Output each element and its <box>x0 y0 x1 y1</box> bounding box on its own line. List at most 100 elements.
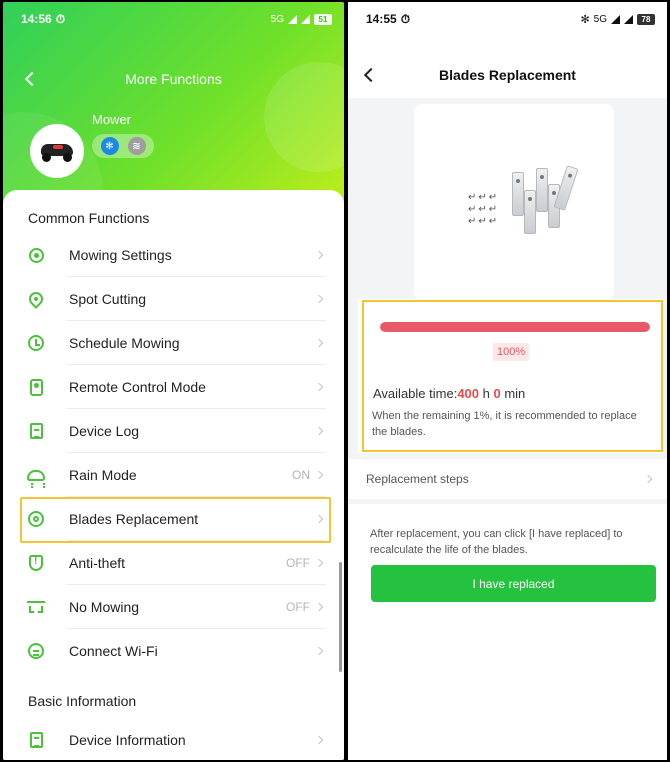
chevron-left-icon <box>24 71 40 87</box>
available-time-prefix: Available time: <box>373 386 458 401</box>
menu-item-mowing-settings[interactable]: Mowing Settings <box>3 233 344 277</box>
alarm-icon: ⏱ <box>55 11 66 26</box>
log-document-icon <box>29 423 43 439</box>
remote-control-icon <box>29 378 43 396</box>
shield-icon <box>29 555 43 571</box>
status-time: 14:55 <box>366 12 397 26</box>
top-bar: 14:55 ⏱ ✻ 5G 78 Blades Replacement <box>348 2 667 98</box>
basic-information-list: Device Information <box>3 718 344 760</box>
signal-icon <box>301 14 310 24</box>
no-mowing-icon <box>27 601 45 613</box>
menu-item-value: OFF <box>286 556 310 570</box>
chevron-right-icon <box>314 514 324 524</box>
menu-item-label: Spot Cutting <box>69 291 147 307</box>
network-label: 5G <box>593 13 607 25</box>
menu-item-value: ON <box>292 468 310 482</box>
blade-life-progress <box>380 322 650 332</box>
clock-icon <box>28 335 44 351</box>
chevron-right-icon <box>314 250 324 260</box>
chevron-left-icon <box>363 67 379 83</box>
chevron-right-icon <box>314 382 324 392</box>
menu-item-label: Anti-theft <box>69 555 126 571</box>
back-button[interactable] <box>24 68 49 90</box>
menu-item-label: Device Information <box>69 732 186 748</box>
signal-icon <box>624 14 633 24</box>
device-info-icon <box>29 732 43 748</box>
minutes-unit: min <box>500 386 526 401</box>
gear-icon <box>28 247 44 263</box>
blades-kit-icon: ↵↵↵ ↵↵↵ ↵↵↵ <box>454 162 579 242</box>
connection-status: ✻ ≋ <box>92 134 154 158</box>
chevron-right-icon <box>314 646 324 656</box>
progress-fill <box>380 322 650 332</box>
mower-avatar <box>30 124 84 178</box>
common-functions-list: Mowing Settings Spot Cutting Schedule Mo… <box>3 233 344 673</box>
chevron-right-icon <box>314 470 324 480</box>
section-title-common: Common Functions <box>28 210 150 226</box>
menu-item-rain-mode[interactable]: Rain Mode ON <box>3 453 344 497</box>
rain-cloud-icon <box>27 469 45 486</box>
more-functions-screen: 14:56 ⏱ 5G 51 More Functions Mower ✻ ≋ C… <box>3 2 344 760</box>
chevron-right-icon <box>314 602 324 612</box>
menu-item-connect-wifi[interactable]: Connect Wi-Fi <box>3 629 344 673</box>
blades-replacement-screen: 14:55 ⏱ ✻ 5G 78 Blades Replacement ↵↵↵ ↵… <box>348 2 667 760</box>
menu-item-label: No Mowing <box>69 599 140 615</box>
battery-icon: 51 <box>314 13 332 25</box>
i-have-replaced-button[interactable]: I have replaced <box>371 565 656 602</box>
menu-item-device-log[interactable]: Device Log <box>3 409 344 453</box>
chevron-right-icon <box>643 474 653 484</box>
menu-item-no-mowing[interactable]: No Mowing OFF <box>3 585 344 629</box>
scrollbar[interactable] <box>339 562 342 672</box>
chevron-right-icon <box>314 558 324 568</box>
network-label: 5G <box>270 13 284 25</box>
location-pin-icon <box>26 289 46 309</box>
after-replacement-note: After replacement, you can click [I have… <box>370 528 623 556</box>
wifi-icon: ≋ <box>127 137 146 155</box>
blade-icon <box>28 511 44 527</box>
available-minutes: 0 <box>493 386 501 401</box>
menu-item-label: Device Log <box>69 423 140 439</box>
signal-icon <box>611 14 620 24</box>
status-time: 14:56 <box>21 12 52 26</box>
hours-unit: h <box>479 386 494 401</box>
menu-item-anti-theft[interactable]: Anti-theft OFF <box>3 541 344 585</box>
nav-bar: More Functions <box>3 64 344 94</box>
available-time: Available time:400 h 0 min <box>373 386 525 401</box>
menu-item-label: Connect Wi-Fi <box>69 643 158 659</box>
chevron-right-icon <box>314 426 324 436</box>
status-bar: 14:56 ⏱ 5G 51 <box>3 2 344 36</box>
mower-icon <box>39 142 75 162</box>
available-hours: 400 <box>457 386 480 401</box>
chevron-right-icon <box>314 735 324 745</box>
menu-item-schedule-mowing[interactable]: Schedule Mowing <box>3 321 344 365</box>
blades-image: ↵↵↵ ↵↵↵ ↵↵↵ <box>414 104 614 300</box>
functions-card: Common Functions Mowing Settings Spot Cu… <box>3 190 344 760</box>
battery-icon: 78 <box>637 13 655 25</box>
status-bar: 14:55 ⏱ ✻ 5G 78 <box>348 2 667 36</box>
bluetooth-icon: ✻ <box>100 137 119 155</box>
chevron-right-icon <box>314 338 324 348</box>
alarm-icon: ⏱ <box>400 11 411 26</box>
header-banner: 14:56 ⏱ 5G 51 More Functions Mower ✻ ≋ <box>3 2 344 222</box>
section-title-basic: Basic Information <box>28 693 137 709</box>
screenshot-root: 14:56 ⏱ 5G 51 More Functions Mower ✻ ≋ C… <box>0 0 670 762</box>
nav-bar: Blades Replacement <box>348 60 667 90</box>
chevron-right-icon <box>314 294 324 304</box>
menu-item-value: OFF <box>286 600 310 614</box>
page-title: More Functions <box>125 71 222 87</box>
replacement-steps-label: Replacement steps <box>366 472 469 486</box>
menu-item-remote-control-mode[interactable]: Remote Control Mode <box>3 365 344 409</box>
menu-item-label: Schedule Mowing <box>69 335 180 351</box>
menu-item-blades-replacement[interactable]: Blades Replacement <box>3 497 344 541</box>
menu-item-spot-cutting[interactable]: Spot Cutting <box>3 277 344 321</box>
page-title: Blades Replacement <box>439 67 576 83</box>
menu-item-label: Mowing Settings <box>69 247 172 263</box>
wifi-connect-icon <box>28 643 44 659</box>
replacement-steps-row[interactable]: Replacement steps <box>348 459 667 499</box>
menu-item-label: Remote Control Mode <box>69 379 206 395</box>
menu-item-device-information[interactable]: Device Information <box>3 718 344 760</box>
menu-item-label: Rain Mode <box>69 467 137 483</box>
menu-item-label: Blades Replacement <box>69 511 199 527</box>
progress-percent: 100% <box>493 343 530 361</box>
back-button[interactable] <box>363 64 388 86</box>
